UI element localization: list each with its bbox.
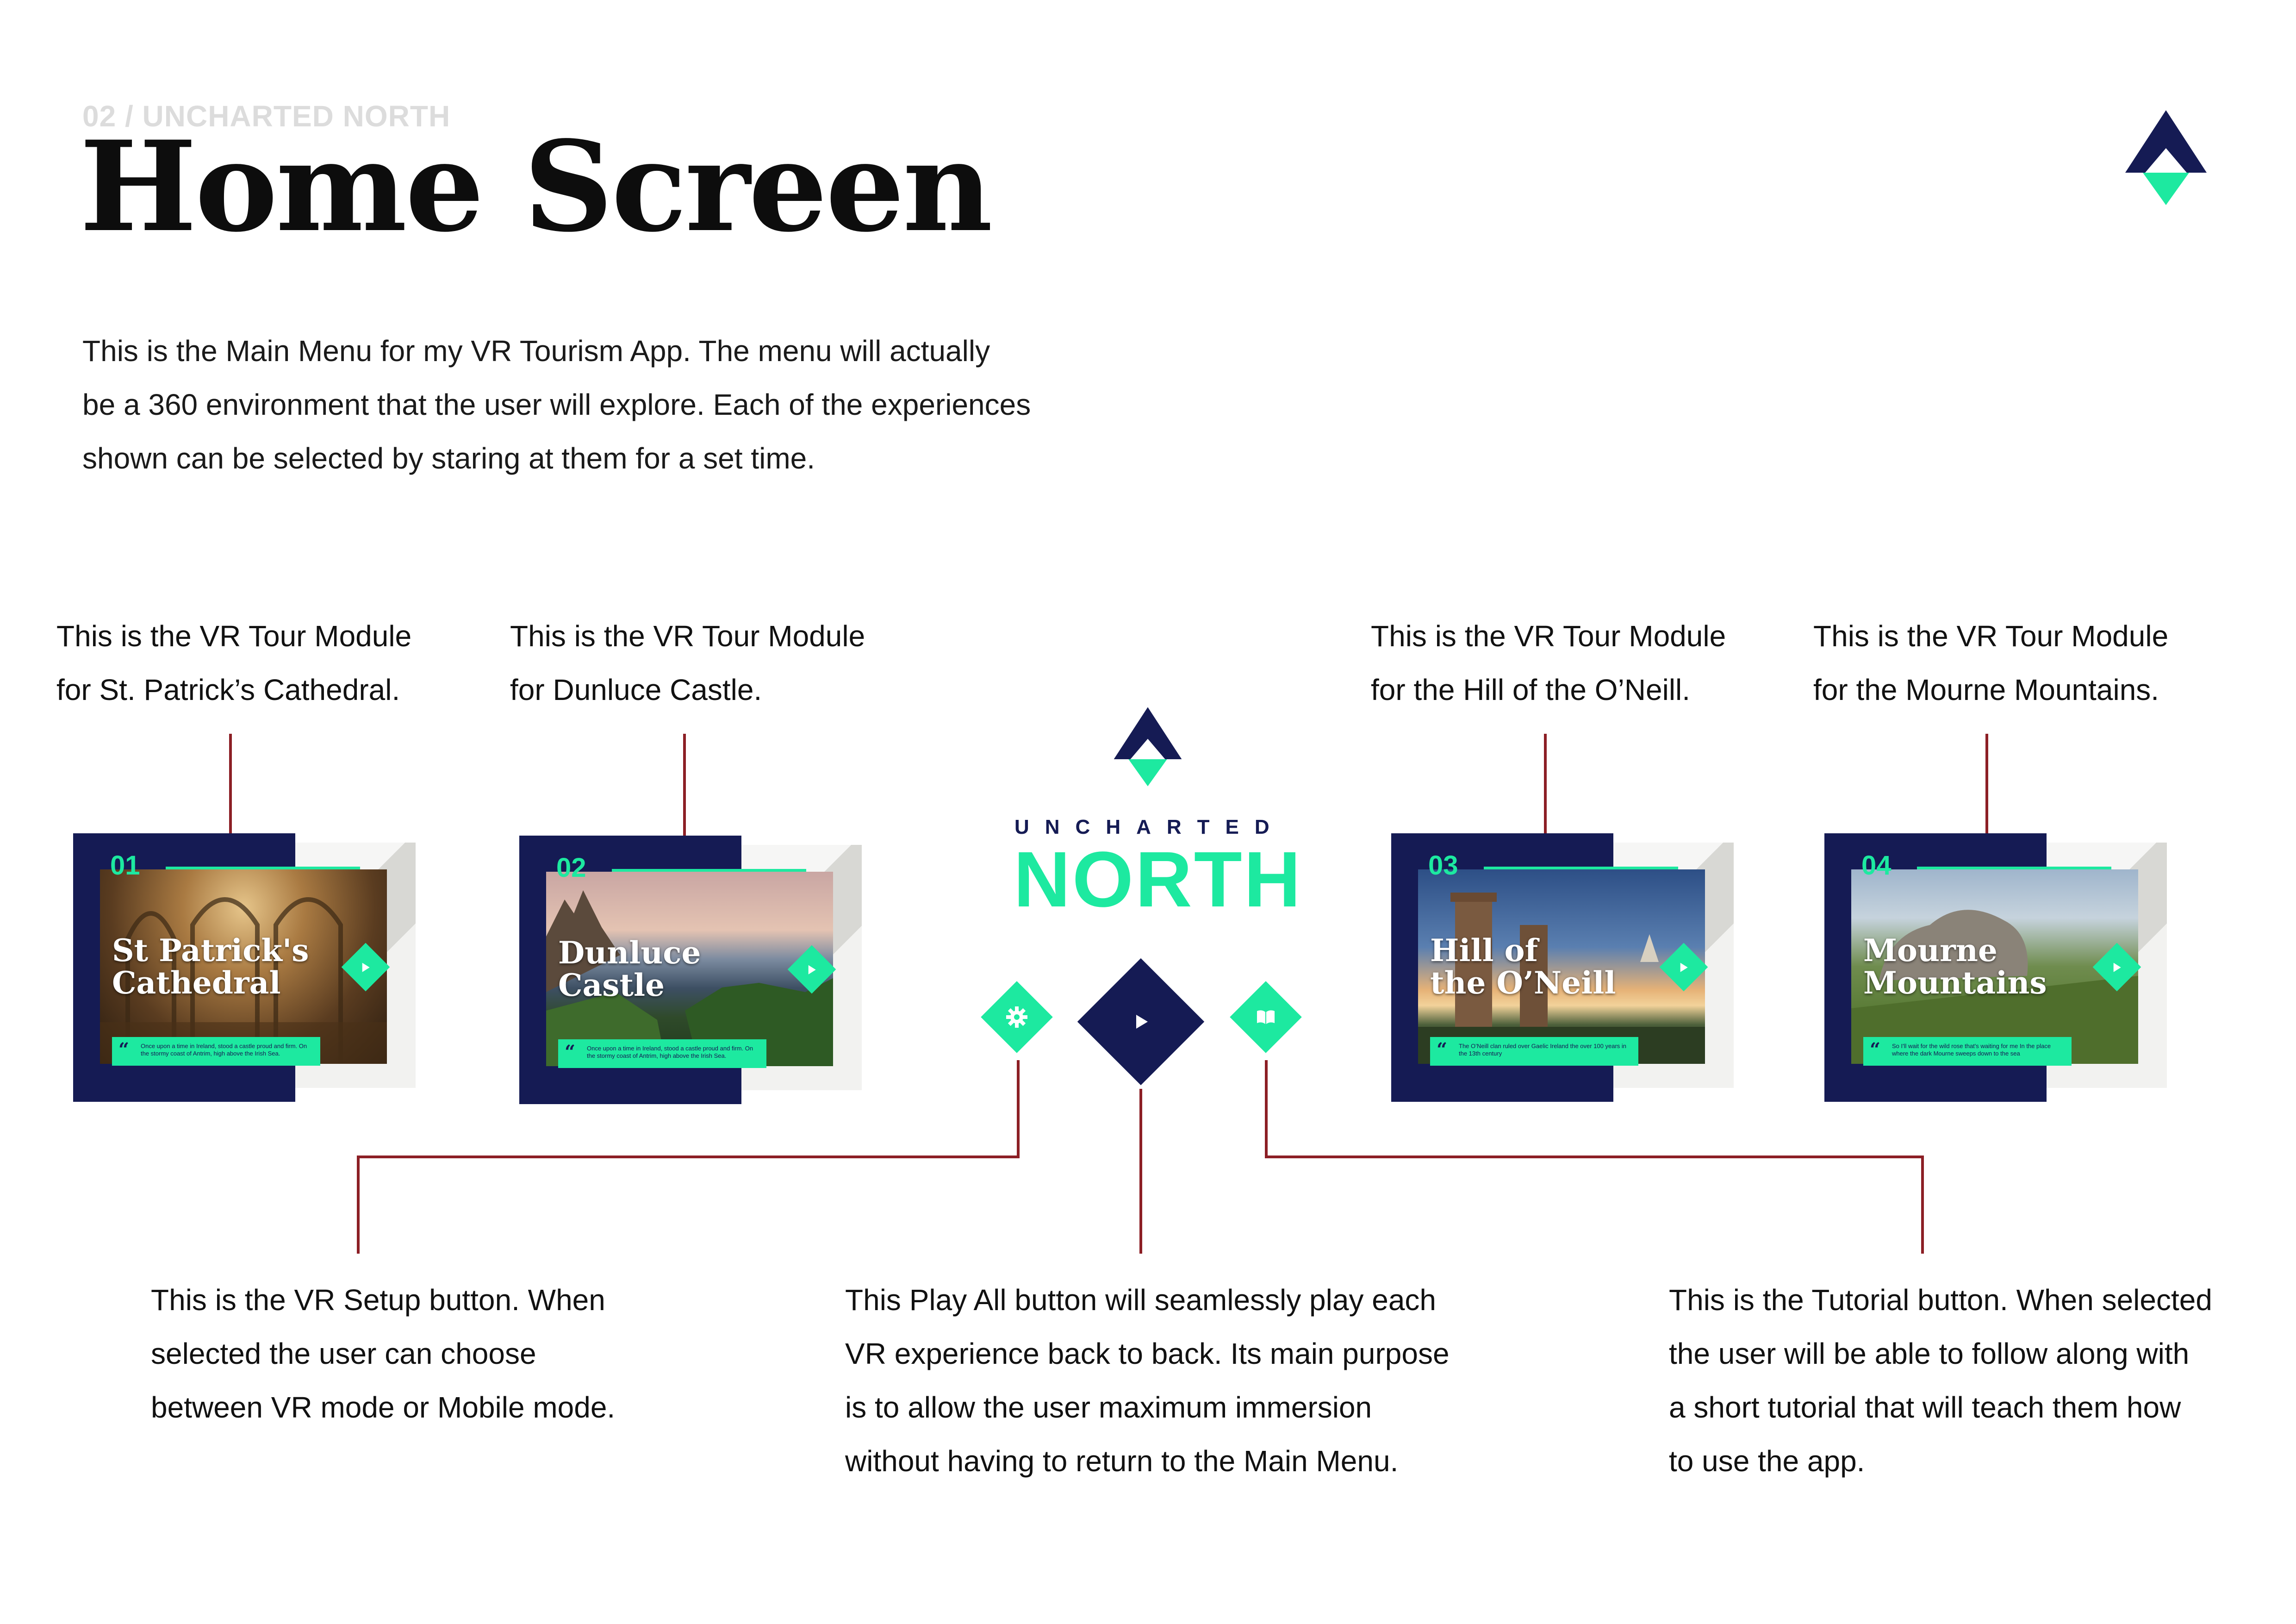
card-title-line: the O’Neill <box>1430 965 1616 1001</box>
intro-line: shown can be selected by staring at them… <box>82 442 815 475</box>
card-title: Hill of the O’Neill <box>1430 934 1616 999</box>
annotation-line: for St. Patrick’s Cathedral. <box>56 673 400 706</box>
annotation-st-patricks: This is the VR Tour Module for St. Patri… <box>56 609 411 717</box>
card-quote-text: Once upon a time in Ireland, stood a cas… <box>141 1043 307 1057</box>
vr-setup-button[interactable] <box>981 981 1053 1053</box>
play-icon <box>1680 962 1688 972</box>
card-number: 01 <box>110 850 140 881</box>
connector-line <box>229 734 232 836</box>
connector-line <box>1544 734 1547 836</box>
card-number: 04 <box>1861 850 1892 881</box>
annotation-line: This Play All button will seamlessly pla… <box>845 1283 1436 1317</box>
annotation-line: This is the VR Tour Module <box>1813 619 2169 653</box>
card-number: 02 <box>556 853 586 883</box>
annotation-line: VR experience back to back. Its main pur… <box>845 1337 1450 1370</box>
triangle-logo-icon <box>1114 707 1182 787</box>
intro-line: This is the Main Menu for my VR Tourism … <box>82 334 990 368</box>
card-title-line: Castle <box>558 967 665 1003</box>
annotation-play-all: This Play All button will seamlessly pla… <box>845 1273 1450 1488</box>
annotation-tutorial: This is the Tutorial button. When select… <box>1669 1273 2212 1488</box>
card-quote: “ Once upon a time in Ireland, stood a c… <box>558 1039 766 1068</box>
annotation-line: a short tutorial that will teach them ho… <box>1669 1391 2181 1424</box>
logo-word-north: NORTH <box>1014 836 1303 924</box>
vr-tour-card-hill-oneill[interactable]: 03 Hill of the O’Neill “ The O’Neill cla… <box>1391 833 1743 1102</box>
card-title: Mourne Mountains <box>1863 934 2047 999</box>
intro-paragraph: This is the Main Menu for my VR Tourism … <box>82 324 1101 485</box>
card-number: 03 <box>1428 850 1458 881</box>
annotation-line: for Dunluce Castle. <box>510 673 762 706</box>
card-title: St Patrick's Cathedral <box>112 934 309 999</box>
play-all-button[interactable] <box>1077 958 1205 1086</box>
annotation-line: This is the VR Tour Module <box>1371 619 1726 653</box>
vr-tour-card-mourne[interactable]: 04 Mourne Mountains “ So I'll wait for t… <box>1824 833 2176 1102</box>
card-quote-text: The O’Neill clan ruled over Gaelic Irela… <box>1459 1043 1627 1057</box>
card-title-line: Dunluce <box>558 935 701 971</box>
annotation-line: This is the Tutorial button. When select… <box>1669 1283 2212 1317</box>
tutorial-button[interactable] <box>1230 981 1302 1053</box>
vr-tour-card-st-patricks[interactable]: 01 St Patrick's Cathedral “ Once upon a … <box>73 833 425 1102</box>
annotation-line: This is the VR Tour Module <box>56 619 412 653</box>
annotation-line: selected the user can choose <box>151 1337 536 1370</box>
card-title-line: Mourne <box>1863 932 1997 968</box>
annotation-line: to use the app. <box>1669 1444 1865 1478</box>
connector-line <box>357 1156 1020 1158</box>
intro-line: be a 360 environment that the user will … <box>82 388 1031 421</box>
card-accent-bar <box>1917 867 2111 869</box>
triangle-logo-icon <box>2125 110 2207 205</box>
annotation-line: for the Mourne Mountains. <box>1813 673 2159 706</box>
card-title: Dunluce Castle <box>558 937 701 1001</box>
connector-line <box>357 1156 360 1254</box>
page-title: Home Screen <box>80 114 993 260</box>
quote-icon: “ <box>1437 1039 1448 1061</box>
gear-icon <box>1006 1006 1027 1028</box>
quote-icon: “ <box>118 1039 130 1061</box>
annotation-hill-oneill: This is the VR Tour Module for the Hill … <box>1371 609 1726 717</box>
card-quote: “ The O’Neill clan ruled over Gaelic Ire… <box>1430 1037 1638 1066</box>
card-quote-text: So I'll wait for the wild rose that's wa… <box>1892 1043 2051 1057</box>
vr-tour-card-dunluce[interactable]: 02 Dunluce Castle “ Once upon a time in … <box>519 836 871 1104</box>
card-title-line: Mountains <box>1863 965 2047 1001</box>
book-icon <box>1257 1010 1275 1024</box>
play-icon <box>1136 1015 1148 1029</box>
card-accent-bar <box>1484 867 1678 869</box>
card-accent-bar <box>166 867 360 869</box>
connector-line <box>1921 1156 1924 1254</box>
connector-line <box>683 734 686 836</box>
connector-line <box>1985 734 1988 836</box>
quote-icon: “ <box>565 1041 576 1063</box>
annotation-mourne: This is the VR Tour Module for the Mourn… <box>1813 609 2168 717</box>
card-quote-text: Once upon a time in Ireland, stood a cas… <box>587 1045 753 1059</box>
annotation-line: is to allow the user maximum immersion <box>845 1391 1372 1424</box>
annotation-setup: This is the VR Setup button. When select… <box>151 1273 615 1434</box>
connector-line <box>1265 1156 1924 1158</box>
card-quote: “ So I'll wait for the wild rose that's … <box>1863 1037 2072 1066</box>
card-quote: “ Once upon a time in Ireland, stood a c… <box>112 1037 320 1066</box>
card-title-line: Hill of <box>1430 932 1538 968</box>
annotation-line: the user will be able to follow along wi… <box>1669 1337 2190 1370</box>
annotation-line: for the Hill of the O’Neill. <box>1371 673 1691 706</box>
card-title-line: Cathedral <box>112 965 281 1001</box>
annotation-line: without having to return to the Main Men… <box>845 1444 1399 1478</box>
card-title-line: St Patrick's <box>112 932 309 968</box>
annotation-line: This is the VR Setup button. When <box>151 1283 605 1317</box>
annotation-line: This is the VR Tour Module <box>510 619 865 653</box>
connector-line <box>1017 1060 1020 1158</box>
play-icon <box>2113 962 2121 972</box>
play-icon <box>808 965 816 974</box>
connector-line <box>1139 1089 1142 1254</box>
play-icon <box>362 962 370 972</box>
connector-line <box>1265 1060 1268 1158</box>
quote-icon: “ <box>1870 1039 1881 1061</box>
annotation-line: between VR mode or Mobile mode. <box>151 1391 616 1424</box>
card-accent-bar <box>612 869 806 872</box>
annotation-dunluce: This is the VR Tour Module for Dunluce C… <box>510 609 865 717</box>
